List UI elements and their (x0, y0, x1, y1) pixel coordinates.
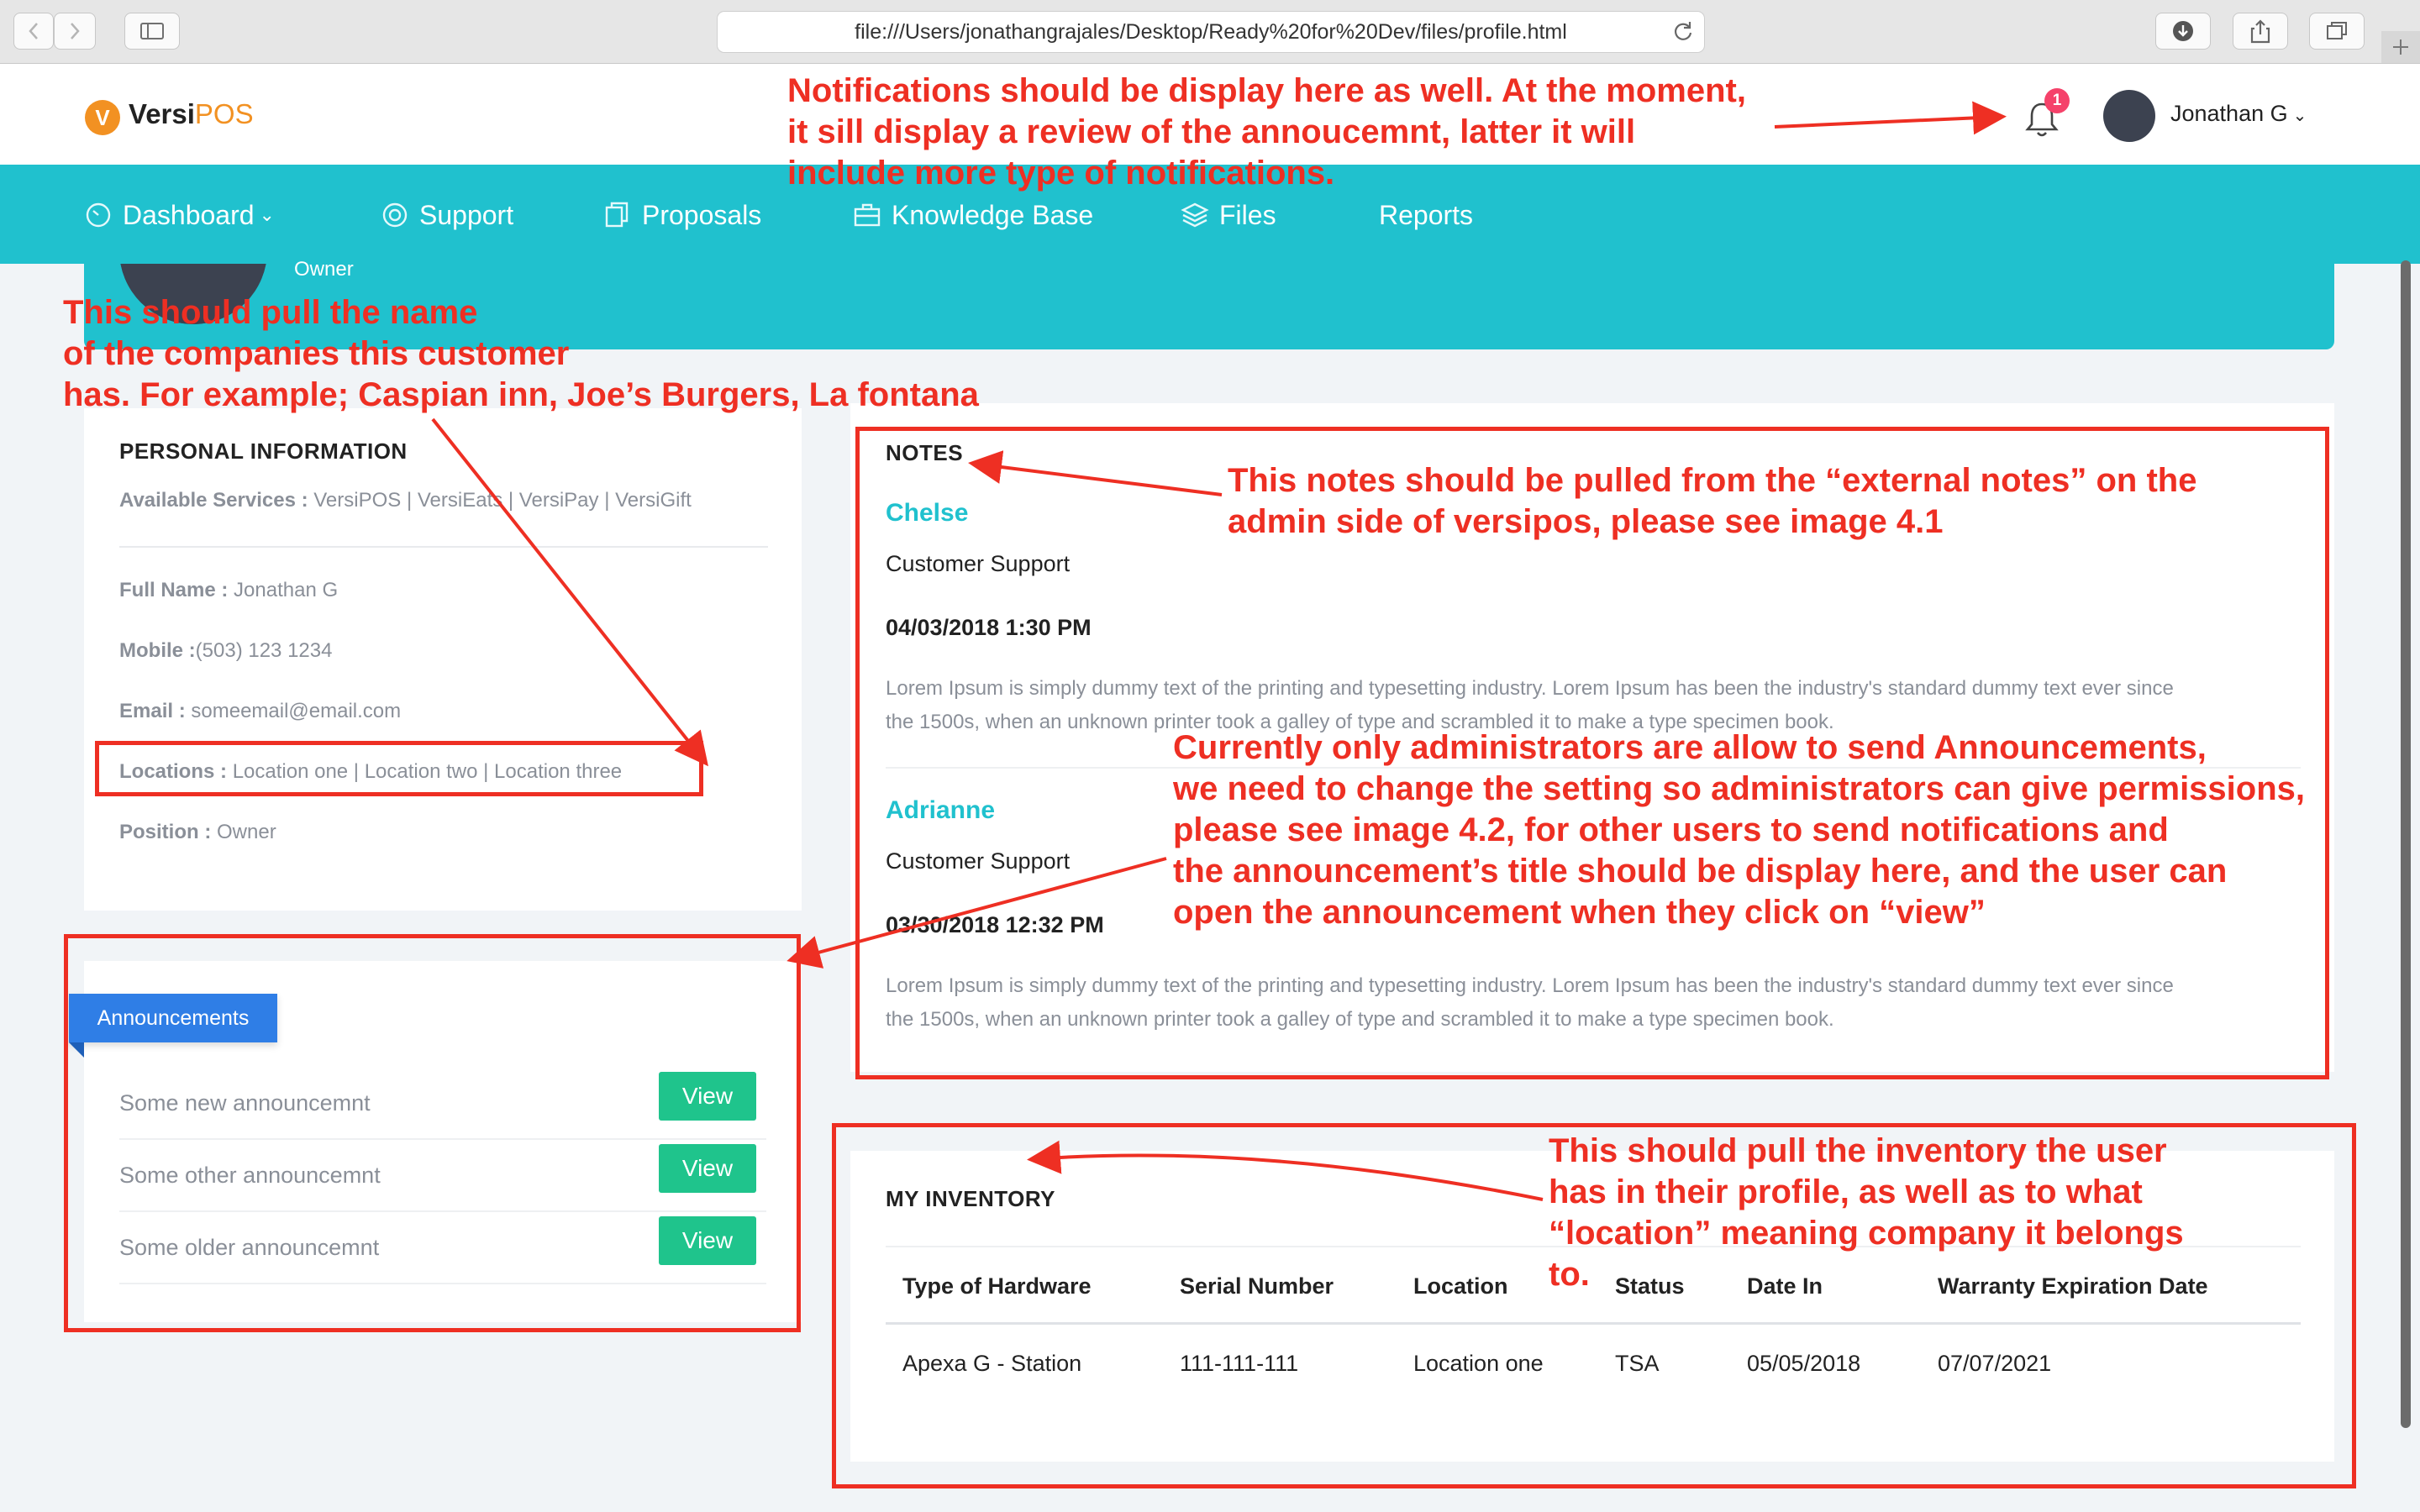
annotation-line: Currently only administrators are allow … (1173, 729, 2207, 766)
annotation-line: This should pull the name (63, 294, 478, 331)
arrow-to-locations (431, 417, 708, 767)
annotation-inventory: This should pull the inventory the user … (1549, 1131, 2184, 1295)
annotation-line: include more type of notifications. (787, 155, 1335, 192)
annotation-line: of the companies this customer (63, 335, 570, 372)
annotation-line: Notifications should be display here as … (787, 72, 1746, 109)
annotation-line: admin side of versipos, please see image… (1228, 503, 1944, 540)
annotation-line: open the announcement when they click on… (1173, 894, 1986, 931)
annotation-line: This notes should be pulled from the “ex… (1228, 462, 2197, 499)
annotation-notifications: Notifications should be display here as … (787, 71, 1746, 194)
annotation-line: we need to change the setting so adminis… (1173, 770, 2306, 807)
annotation-line: “location” meaning company it belongs (1549, 1215, 2184, 1252)
annotation-line: it sill display a review of the annoucem… (787, 113, 1636, 150)
annotation-companies: This should pull the name of the compani… (63, 292, 979, 416)
annotation-line: to. (1549, 1256, 1590, 1293)
arrow-to-bell (1774, 101, 2007, 135)
annotation-line: the announcement’s title should be displ… (1173, 853, 2228, 890)
annotation-notes: This notes should be pulled from the “ex… (1228, 460, 2196, 543)
annotation-line: has. For example; Caspian inn, Joe’s Bur… (63, 376, 979, 413)
annotation-line: This should pull the inventory the user (1549, 1132, 2167, 1169)
arrow-to-announcements (786, 857, 1167, 969)
annotation-announcements: Currently only administrators are allow … (1173, 727, 2305, 933)
arrow-to-inventory (1027, 1140, 1544, 1201)
annotation-line: has in their profile, as well as to what (1549, 1173, 2143, 1210)
arrow-to-notes (968, 450, 1223, 496)
annotation-line: please see image 4.2, for other users to… (1173, 811, 2169, 848)
